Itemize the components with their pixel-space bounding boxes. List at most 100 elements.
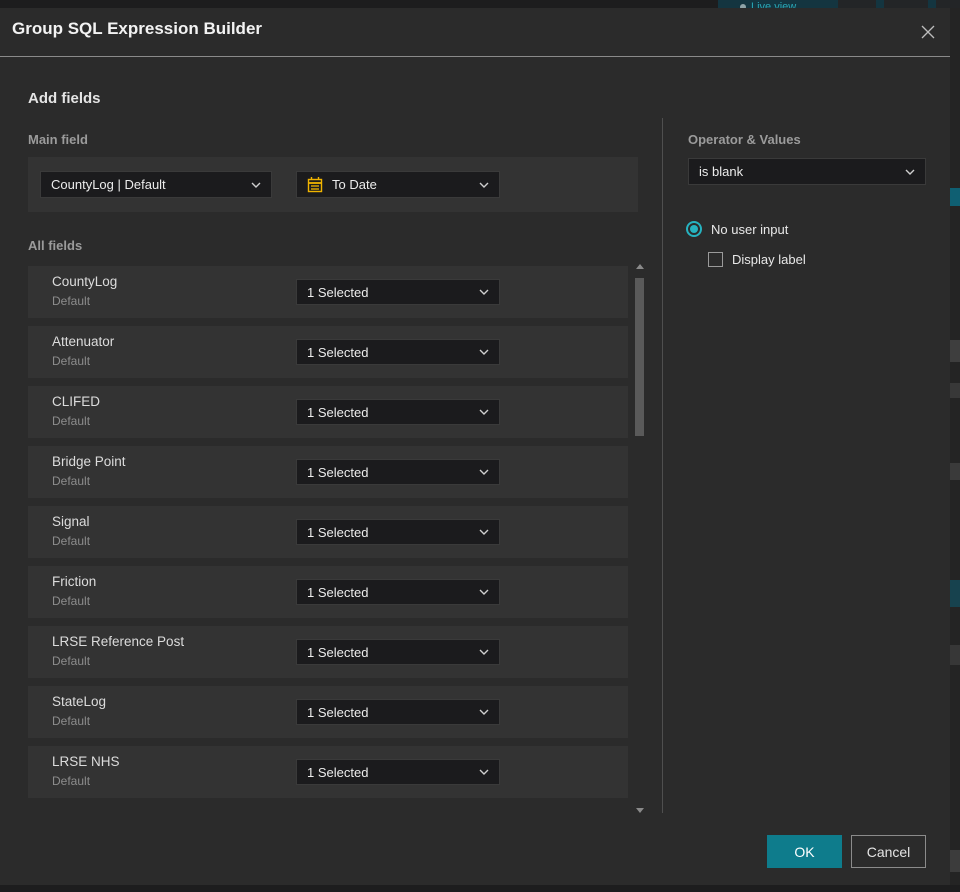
background-toolbar-fragment <box>884 0 928 8</box>
display-label-checkbox[interactable]: Display label <box>708 252 806 267</box>
field-selected-value: 1 Selected <box>307 344 369 360</box>
field-row: StateLog Default 1 Selected <box>28 686 628 738</box>
dialog-title: Group SQL Expression Builder <box>12 19 263 38</box>
field-selected-value: 1 Selected <box>307 404 369 420</box>
main-field-dropdown[interactable]: CountyLog | Default <box>40 171 272 198</box>
main-field-date-dropdown[interactable]: To Date <box>296 171 500 198</box>
field-row: CLIFED Default 1 Selected <box>28 386 628 438</box>
field-row: CountyLog Default 1 Selected <box>28 266 628 318</box>
field-subtitle: Default <box>52 714 91 728</box>
scrollbar-up-arrow[interactable] <box>636 264 644 269</box>
chevron-down-icon <box>251 182 261 188</box>
main-field-panel: CountyLog | Default To Date <box>28 157 638 212</box>
close-button[interactable] <box>914 18 942 46</box>
chevron-down-icon <box>479 469 489 475</box>
field-selected-value: 1 Selected <box>307 464 369 480</box>
title-divider <box>0 56 950 57</box>
chevron-down-icon <box>479 709 489 715</box>
field-subtitle: Default <box>52 294 91 308</box>
field-subtitle: Default <box>52 474 91 488</box>
chevron-down-icon <box>479 589 489 595</box>
background-fragment <box>950 188 960 206</box>
main-field-dropdown-value: CountyLog | Default <box>51 177 166 192</box>
field-selected-dropdown[interactable]: 1 Selected <box>296 639 500 665</box>
chevron-down-icon <box>479 529 489 535</box>
field-name: LRSE NHS <box>52 754 120 769</box>
add-fields-heading: Add fields <box>28 90 101 107</box>
field-selected-dropdown[interactable]: 1 Selected <box>296 279 500 305</box>
chevron-down-icon <box>905 169 915 175</box>
field-name: Friction <box>52 574 97 589</box>
field-subtitle: Default <box>52 774 91 788</box>
chevron-down-icon <box>479 182 489 188</box>
field-name: Attenuator <box>52 334 115 349</box>
field-row: Bridge Point Default 1 Selected <box>28 446 628 498</box>
display-label-text: Display label <box>732 252 806 267</box>
cancel-button[interactable]: Cancel <box>851 835 926 868</box>
list-scrollbar <box>633 258 647 818</box>
no-user-input-label: No user input <box>711 221 789 237</box>
background-toolbar-fragment <box>936 0 960 8</box>
live-view-toggle[interactable]: Live view <box>740 1 796 8</box>
chevron-down-icon <box>479 649 489 655</box>
calendar-icon <box>307 176 323 193</box>
background-fragment <box>950 463 960 480</box>
group-sql-expression-builder-dialog: Group SQL Expression Builder Add fields … <box>0 8 950 885</box>
field-selected-value: 1 Selected <box>307 764 369 780</box>
field-selected-dropdown[interactable]: 1 Selected <box>296 519 500 545</box>
background-fragment <box>950 850 960 872</box>
background-map-bar: Live view <box>718 0 960 8</box>
chevron-down-icon <box>479 769 489 775</box>
background-bottom-strip <box>0 885 960 892</box>
field-subtitle: Default <box>52 594 91 608</box>
field-subtitle: Default <box>52 654 91 668</box>
chevron-down-icon <box>479 409 489 415</box>
field-row: LRSE Reference Post Default 1 Selected <box>28 626 628 678</box>
field-selected-dropdown[interactable]: 1 Selected <box>296 459 500 485</box>
scrollbar-down-arrow[interactable] <box>636 808 644 813</box>
background-toolbar-fragment <box>838 0 876 8</box>
field-selected-value: 1 Selected <box>307 644 369 660</box>
field-selected-dropdown[interactable]: 1 Selected <box>296 699 500 725</box>
field-row: Signal Default 1 Selected <box>28 506 628 558</box>
field-name: StateLog <box>52 694 107 709</box>
background-fragment <box>950 580 960 607</box>
field-subtitle: Default <box>52 354 91 368</box>
checkbox-unchecked-icon <box>708 252 723 267</box>
field-row: Attenuator Default 1 Selected <box>28 326 628 378</box>
live-view-label: Live view <box>751 1 797 8</box>
field-name: CountyLog <box>52 274 118 289</box>
background-edge-strip <box>950 8 960 885</box>
background-fragment <box>950 383 960 398</box>
operator-dropdown[interactable]: is blank <box>688 158 926 185</box>
radio-selected-icon <box>686 221 702 237</box>
field-name: LRSE Reference Post <box>52 634 185 649</box>
main-field-date-value: To Date <box>332 177 377 192</box>
field-selected-value: 1 Selected <box>307 704 369 720</box>
background-fragment <box>950 340 960 362</box>
operator-values-label: Operator & Values <box>688 132 801 147</box>
all-fields-label: All fields <box>28 238 83 253</box>
field-row: LRSE NHS Default 1 Selected <box>28 746 628 798</box>
field-subtitle: Default <box>52 534 91 548</box>
field-name: Signal <box>52 514 90 529</box>
field-name: Bridge Point <box>52 454 126 469</box>
background-fragment <box>950 645 960 665</box>
field-selected-dropdown[interactable]: 1 Selected <box>296 759 500 785</box>
ok-button[interactable]: OK <box>767 835 842 868</box>
field-selected-dropdown[interactable]: 1 Selected <box>296 339 500 365</box>
background-app-bar: Live view <box>0 0 960 8</box>
field-selected-value: 1 Selected <box>307 584 369 600</box>
chevron-down-icon <box>479 289 489 295</box>
field-selected-value: 1 Selected <box>307 524 369 540</box>
chevron-down-icon <box>479 349 489 355</box>
field-selected-dropdown[interactable]: 1 Selected <box>296 579 500 605</box>
field-subtitle: Default <box>52 414 91 428</box>
dialog-title-bar: Group SQL Expression Builder <box>0 8 950 56</box>
panel-divider <box>662 118 663 813</box>
no-user-input-radio[interactable]: No user input <box>686 221 788 237</box>
field-name: CLIFED <box>52 394 101 409</box>
field-selected-dropdown[interactable]: 1 Selected <box>296 399 500 425</box>
scrollbar-thumb[interactable] <box>635 278 644 436</box>
operator-dropdown-value: is blank <box>699 164 744 179</box>
